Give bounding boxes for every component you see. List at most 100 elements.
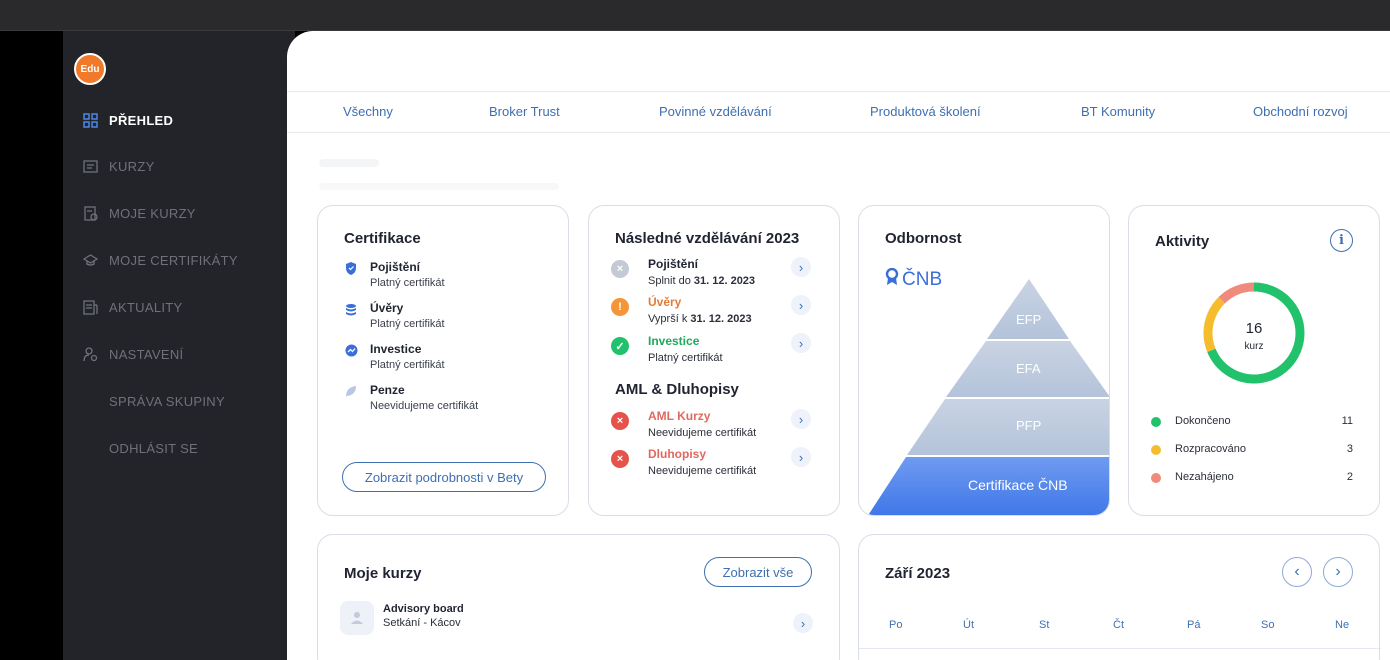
chevron-right-icon[interactable]: › (791, 447, 811, 467)
calendar-next-button[interactable]: › (1323, 557, 1353, 587)
user-settings-icon (83, 346, 98, 362)
nv-item-sub: Neevidujeme certifikát (648, 465, 757, 477)
cert-name: Pojištění (370, 260, 421, 274)
calendar-month-title: Září 2023 (885, 565, 951, 582)
my-courses-icon (83, 205, 98, 221)
aktivity-card: Aktivity i 16 kurz Dokončeno 11 Rozpraco… (1128, 205, 1380, 516)
nv-item-name: Dluhopisy (648, 447, 707, 461)
calendar-day-header: St (1039, 619, 1050, 631)
cert-name: Úvěry (370, 301, 404, 315)
pyramid-label: EFA (1016, 361, 1041, 376)
course-name[interactable]: Advisory board (383, 603, 464, 615)
nv-item-sub: Neevidujeme certifikát (648, 427, 757, 439)
grid-icon (83, 112, 98, 128)
sidebar-item-sprava-skupiny[interactable]: SPRÁVA SKUPINY (63, 389, 295, 413)
cert-item-investice: Investice Platný certifikát (344, 342, 445, 371)
cert-status: Platný certifikát (370, 359, 445, 371)
nv-item-pojisteni: × Pojištění Splnit do 31. 12. 2023 (611, 257, 817, 293)
pending-status-icon: × (611, 260, 629, 278)
cert-status: Platný certifikát (370, 277, 445, 289)
sidebar-item-odhlasit[interactable]: ODHLÁSIT SE (63, 436, 295, 460)
sidebar-item-label: AKTUALITY (109, 299, 183, 315)
kalendar-card: Září 2023 ‹ › Po Út St Čt Pá So Ne (858, 534, 1381, 660)
divider (859, 648, 1381, 649)
odbornost-pyramid (868, 279, 1109, 515)
tab-povinne-vzdelavani[interactable]: Povinné vzdělávání (659, 104, 772, 119)
coins-icon (344, 302, 358, 316)
faded-placeholder (319, 183, 559, 190)
certificate-icon (83, 253, 98, 268)
card-title: Aktivity (1155, 233, 1210, 250)
main-panel: Všechny Broker Trust Povinné vzdělávání … (287, 31, 1390, 660)
legend-rozpracovano: Rozpracováno 3 (1151, 442, 1353, 458)
cert-item-penze: Penze Neevidujeme certifikát (344, 383, 478, 412)
tab-bt-komunity[interactable]: BT Komunity (1081, 104, 1155, 119)
ok-status-icon: ✓ (611, 337, 629, 355)
sidebar-item-moje-certifikaty[interactable]: MOJE CERTIFIKÁTY (63, 248, 295, 272)
cert-name: Penze (370, 383, 405, 397)
nv-item-dluhopisy: × Dluhopisy Neevidujeme certifikát (611, 447, 817, 483)
donut-unit: kurz (1244, 341, 1264, 352)
nv-item-investice: ✓ Investice Platný certifikát (611, 334, 817, 370)
info-icon[interactable]: i (1330, 229, 1353, 252)
left-edge (0, 31, 63, 660)
sidebar-item-label: PŘEHLED (109, 112, 174, 128)
pyramid-level-efp (987, 279, 1069, 339)
calendar-day-header: Ne (1335, 619, 1350, 631)
calendar-prev-button[interactable]: ‹ (1282, 557, 1312, 587)
course-icon (83, 159, 98, 174)
chevron-right-icon[interactable]: › (791, 257, 811, 277)
legend-nezahajeno: Nezahájeno 2 (1151, 470, 1353, 486)
aml-section-title: AML & Dluhopisy (615, 381, 739, 398)
nv-item-name: Investice (648, 334, 700, 348)
sidebar-item-nastaveni[interactable]: NASTAVENÍ (63, 342, 295, 366)
shield-icon (344, 261, 358, 275)
category-tabs: Všechny Broker Trust Povinné vzdělávání … (287, 91, 1390, 133)
sidebar-item-moje-kurzy[interactable]: MOJE KURZY (63, 201, 295, 225)
sidebar-item-label: KURZY (109, 158, 155, 174)
pyramid-label: EFP (1016, 312, 1042, 327)
cert-name: Investice (370, 342, 422, 356)
legend-dokonceno: Dokončeno 11 (1151, 414, 1353, 430)
user-icon (351, 612, 363, 624)
sidebar-item-kurzy[interactable]: KURZY (63, 154, 295, 178)
tab-broker-trust[interactable]: Broker Trust (489, 104, 560, 119)
sidebar-item-aktuality[interactable]: AKTUALITY (63, 295, 295, 319)
nasledne-vzdelavani-card: Následné vzdělávání 2023 × Pojištění Spl… (588, 205, 840, 516)
error-status-icon: × (611, 412, 629, 430)
certifikace-card: Certifikace Pojištění Platný certifikát … (317, 205, 569, 516)
nv-item-aml-kurzy: × AML Kurzy Neevidujeme certifikát (611, 409, 817, 445)
chevron-right-icon[interactable]: › (791, 333, 811, 353)
zobrazit-podrobnosti-button[interactable]: Zobrazit podrobnosti v Bety (342, 462, 546, 492)
card-title: Certifikace (344, 230, 421, 247)
zobrazit-vse-button[interactable]: Zobrazit vše (704, 557, 812, 587)
chevron-right-icon[interactable]: › (793, 613, 813, 633)
odbornost-card: Odbornost ČNB EFP EFA PFP Certifikace ČN… (858, 205, 1110, 516)
nv-item-sub: Splnit do 31. 12. 2023 (648, 275, 756, 287)
avatar[interactable]: Edu (74, 53, 106, 85)
tab-obchodni-rozvoj[interactable]: Obchodní rozvoj (1253, 104, 1348, 119)
donut-total: 16 (1245, 320, 1263, 337)
chevron-right-icon[interactable]: › (791, 295, 811, 315)
card-title: Následné vzdělávání 2023 (615, 230, 800, 247)
moje-kurzy-card: Moje kurzy Zobrazit vše Advisory board S… (317, 534, 840, 660)
sidebar-item-prehled[interactable]: PŘEHLED (63, 108, 295, 132)
sidebar-item-label: NASTAVENÍ (109, 346, 184, 362)
nv-item-name: AML Kurzy (648, 409, 711, 423)
faded-placeholder (319, 159, 379, 167)
legend-dot (1151, 445, 1161, 455)
tab-vsechny[interactable]: Všechny (343, 104, 393, 119)
tab-produktova-skoleni[interactable]: Produktová školení (870, 104, 981, 119)
nv-item-sub: Vyprší k 31. 12. 2023 (648, 313, 752, 325)
error-status-icon: × (611, 450, 629, 468)
nv-item-name: Pojištění (648, 257, 699, 271)
card-title: Moje kurzy (344, 565, 422, 582)
chevron-right-icon[interactable]: › (791, 409, 811, 429)
sidebar: Edu PŘEHLED KURZY MOJE KURZY MOJE CERTIF… (63, 31, 295, 660)
course-thumbnail (340, 601, 374, 635)
pyramid-label: Certifikace ČNB (968, 477, 1068, 493)
nv-item-uvery: ! Úvěry Vyprší k 31. 12. 2023 (611, 295, 817, 331)
calendar-day-header: Čt (1113, 619, 1124, 631)
warning-status-icon: ! (611, 298, 629, 316)
course-sub: Setkání - Kácov (383, 617, 461, 629)
